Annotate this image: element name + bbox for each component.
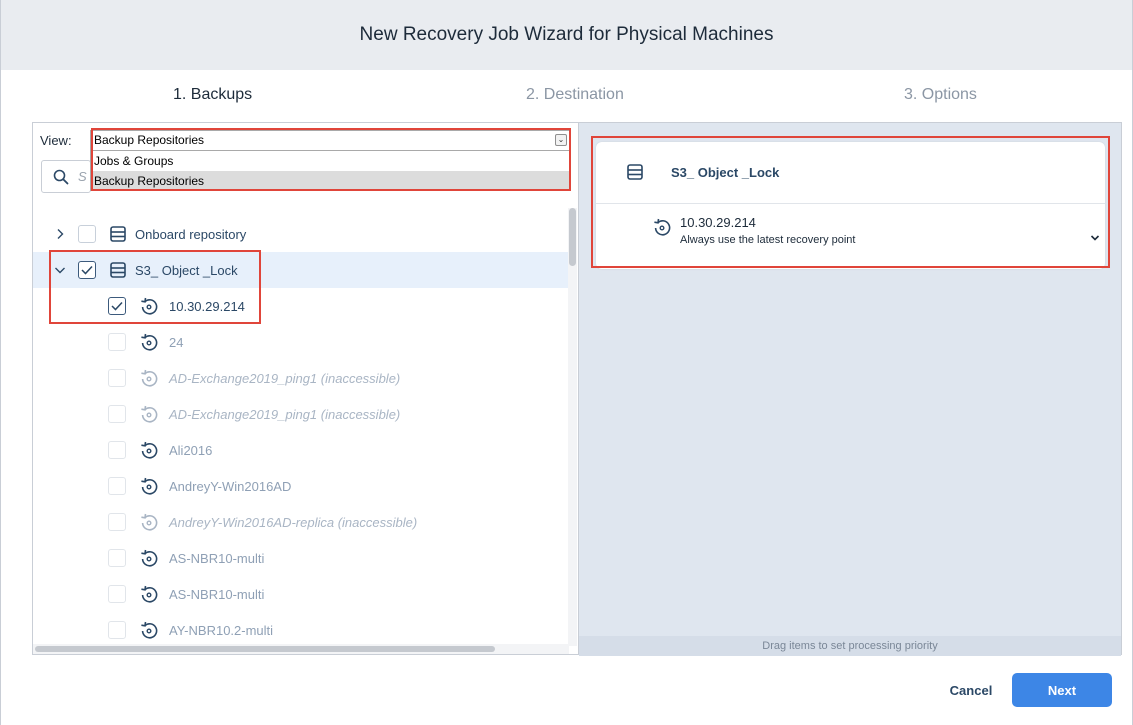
backup-restore-icon [141, 441, 158, 459]
tree-row-label: AS-NBR10-multi [169, 586, 265, 602]
step-backups[interactable]: 1. Backups [173, 86, 252, 104]
tree-row-label: AndreyY-Win2016AD [169, 478, 292, 494]
tree-row-backup[interactable]: AS-NBR10-multi [33, 576, 569, 612]
backup-restore-icon [141, 621, 158, 639]
tree-row-backup-inaccessible[interactable]: AndreyY-Win2016AD-replica (inaccessible) [33, 504, 569, 540]
checkbox[interactable] [108, 513, 126, 531]
tree-row-s3-object-lock[interactable]: S3_ Object _Lock [33, 252, 569, 288]
tree-row-label: AS-NBR10-multi [169, 550, 265, 566]
checkbox[interactable] [108, 441, 126, 459]
tree-row-label: AD-Exchange2019_ping1 (inaccessible) [169, 406, 401, 422]
tree-row-onboard-repository[interactable]: Onboard repository [33, 216, 569, 252]
tree-row-label: Onboard repository [135, 226, 247, 242]
step-destination[interactable]: 2. Destination [526, 86, 624, 104]
next-button[interactable]: Next [1012, 673, 1112, 707]
backup-restore-icon [141, 405, 158, 423]
horizontal-scrollbar[interactable] [33, 644, 569, 654]
search-icon [53, 169, 69, 185]
view-selector-row: View: S Backup Repositories ⌄ Jobs & Gro… [33, 123, 578, 199]
search-placeholder: S [78, 169, 87, 184]
chevron-right-icon[interactable] [53, 227, 67, 241]
tree-row-label: AndreyY-Win2016AD-replica (inaccessible) [169, 514, 418, 530]
checkbox[interactable] [108, 369, 126, 387]
tree-row-backup[interactable]: AndreyY-Win2016AD [33, 468, 569, 504]
tree-row-label: Ali2016 [169, 442, 213, 458]
checkbox[interactable] [108, 621, 126, 639]
backup-restore-icon [141, 513, 158, 531]
backup-tree: Onboard repository S3_ Object _Lock 10.3… [33, 216, 569, 641]
tree-row-backup-inaccessible[interactable]: AD-Exchange2019_ping1 (inaccessible) [33, 396, 569, 432]
tree-row-10-30-29-214[interactable]: 10.30.29.214 [33, 288, 569, 324]
card-header: S3_ Object _Lock [596, 142, 1105, 204]
backup-restore-icon [141, 549, 158, 567]
backup-restore-icon [141, 477, 158, 495]
chevron-down-icon[interactable] [1090, 234, 1100, 242]
tree-row-label: AY-NBR10.2-multi [169, 622, 274, 638]
tree-row-label: 10.30.29.214 [169, 298, 245, 314]
selected-items-panel: S3_ Object _Lock 10.30.29.214 Always use… [579, 122, 1122, 656]
view-select[interactable]: Backup Repositories ⌄ [90, 130, 571, 151]
step-options[interactable]: 3. Options [904, 86, 977, 104]
scrollbar-thumb[interactable] [35, 646, 495, 652]
tree-row-backup[interactable]: AS-NBR10-multi [33, 540, 569, 576]
tree-row-backup[interactable]: 24 [33, 324, 569, 360]
selected-repository-card[interactable]: S3_ Object _Lock 10.30.29.214 Always use… [596, 142, 1105, 269]
repository-icon [627, 164, 643, 180]
tree-row-backup[interactable]: AY-NBR10.2-multi [33, 612, 569, 641]
wizard-steps: 1. Backups 2. Destination 3. Options [1, 70, 1132, 122]
tree-row-backup[interactable]: Ali2016 [33, 432, 569, 468]
backup-restore-icon [141, 369, 158, 387]
repository-icon [110, 262, 126, 278]
view-select-value: Backup Repositories [94, 133, 205, 147]
checkbox[interactable] [108, 549, 126, 567]
tree-row-label: 24 [169, 334, 184, 350]
checkbox-checked[interactable] [108, 297, 126, 315]
select-arrow-icon[interactable]: ⌄ [555, 134, 567, 146]
view-option-backup-repositories[interactable]: Backup Repositories [91, 171, 570, 191]
recovery-point-label: Always use the latest recovery point [680, 234, 856, 246]
search-input[interactable]: S [41, 160, 91, 193]
card-item-name: 10.30.29.214 [680, 215, 756, 230]
drag-hint: Drag items to set processing priority [579, 636, 1121, 656]
checkbox-checked[interactable] [78, 261, 96, 279]
repository-icon [110, 226, 126, 242]
checkbox[interactable] [108, 477, 126, 495]
checkmark-icon [81, 265, 93, 275]
backup-restore-icon [654, 218, 671, 236]
tree-row-label: AD-Exchange2019_ping1 (inaccessible) [169, 370, 401, 386]
card-title: S3_ Object _Lock [671, 165, 780, 180]
tree-row-label: S3_ Object _Lock [135, 262, 238, 278]
view-label: View: [40, 133, 72, 148]
chevron-down-icon[interactable] [53, 263, 67, 277]
view-option-jobs-groups[interactable]: Jobs & Groups [91, 151, 570, 171]
checkbox[interactable] [108, 405, 126, 423]
backup-restore-icon [141, 333, 158, 351]
backup-restore-icon [141, 585, 158, 603]
checkbox[interactable] [78, 225, 96, 243]
checkmark-icon [111, 301, 123, 311]
view-dropdown-list: Jobs & Groups Backup Repositories [90, 150, 571, 191]
checkbox[interactable] [108, 333, 126, 351]
scrollbar-thumb[interactable] [569, 208, 576, 266]
checkbox[interactable] [108, 585, 126, 603]
cancel-button[interactable]: Cancel [936, 675, 1006, 705]
backup-restore-icon [141, 297, 158, 315]
backups-tree-panel: View: S Backup Repositories ⌄ Jobs & Gro… [32, 122, 579, 655]
recovery-wizard-window: New Recovery Job Wizard for Physical Mac… [0, 0, 1133, 725]
window-title: New Recovery Job Wizard for Physical Mac… [1, 0, 1132, 70]
vertical-scrollbar[interactable] [568, 208, 577, 646]
tree-row-backup-inaccessible[interactable]: AD-Exchange2019_ping1 (inaccessible) [33, 360, 569, 396]
